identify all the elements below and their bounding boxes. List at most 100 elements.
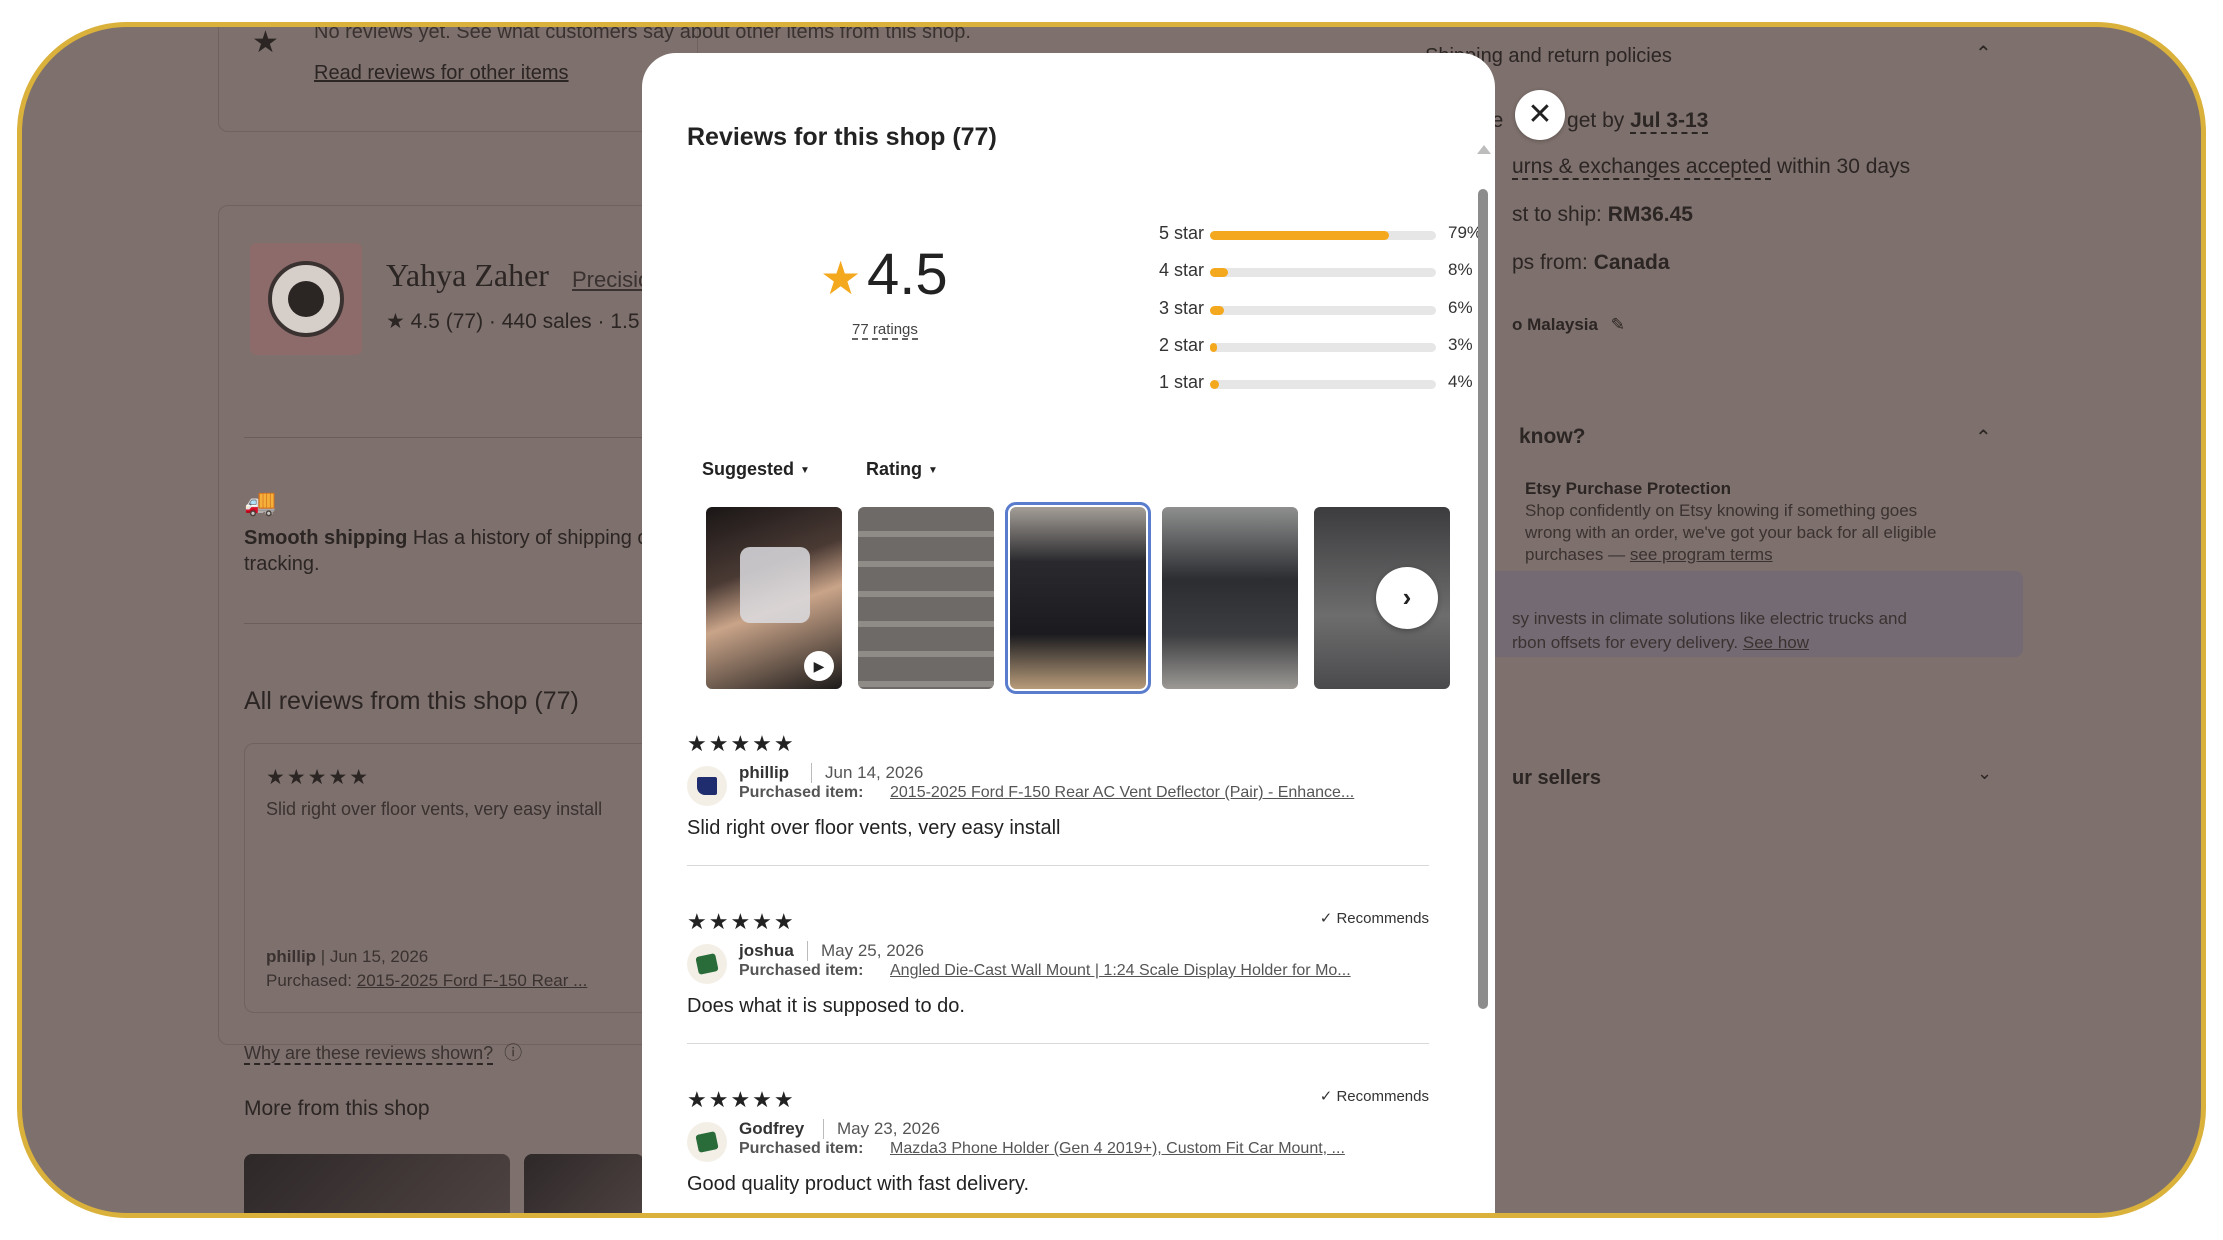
- order-date[interactable]: Jul 3-13: [1630, 109, 1709, 134]
- did-you-know-heading[interactable]: know?: [1519, 425, 1586, 449]
- purchased-item-link[interactable]: Angled Die-Cast Wall Mount | 1:24 Scale …: [890, 962, 1430, 980]
- sort-suggested-dropdown[interactable]: Suggested ▼: [702, 459, 810, 480]
- more-from-shop: More from this shop: [244, 1097, 430, 1120]
- review-photo[interactable]: [858, 507, 994, 689]
- histogram-percent: 4%: [1448, 372, 1473, 391]
- histogram-percent: 6%: [1448, 298, 1473, 317]
- histogram-fill: [1210, 380, 1220, 389]
- returns-suffix: within 30 days: [1777, 155, 1911, 178]
- why-shown[interactable]: Why are these reviews shown? ⓘ: [244, 1039, 522, 1065]
- divider: [244, 437, 684, 438]
- star-icon: ★: [252, 26, 279, 59]
- sort-rating-label: Rating: [866, 459, 922, 479]
- pencil-icon: ✎: [1610, 315, 1625, 334]
- histogram-label: 5 star: [1158, 223, 1204, 243]
- more-item-thumb[interactable]: [244, 1154, 510, 1213]
- review-stars: ★★★★★: [687, 1087, 796, 1112]
- chevron-right-icon[interactable]: ›: [1376, 567, 1438, 629]
- smooth-shipping-title: Smooth shipping: [244, 527, 408, 549]
- play-icon[interactable]: ▶: [804, 651, 834, 681]
- review-author[interactable]: phillip: [739, 763, 789, 783]
- histogram-track: [1210, 268, 1436, 277]
- close-icon[interactable]: ✕: [1515, 90, 1565, 140]
- help-icon: ⓘ: [504, 1043, 523, 1063]
- review-text: Good quality product with fast delivery.: [687, 1173, 1030, 1195]
- review-author[interactable]: Godfrey: [739, 1119, 804, 1139]
- purchased-item-label: Purchased item:: [739, 784, 864, 801]
- scroll-up-arrow-icon[interactable]: [1477, 145, 1491, 154]
- purchased-item-link[interactable]: Mazda3 Phone Holder (Gen 4 2019+), Custo…: [890, 1140, 1430, 1158]
- separator: [807, 941, 808, 961]
- shop-name[interactable]: Yahya Zaher: [386, 257, 549, 294]
- sort-rating-dropdown[interactable]: Rating ▼: [866, 459, 938, 480]
- modal-scrollbar[interactable]: [1476, 167, 1488, 1009]
- caret-down-icon: ▼: [800, 464, 810, 476]
- climate-text: rbon offsets for every delivery.: [1512, 633, 1739, 652]
- purchase-protection-l1: Shop confidently on Etsy knowing if some…: [1525, 501, 1918, 520]
- divider: [687, 1043, 1429, 1044]
- review-photo-selected[interactable]: [1005, 502, 1151, 694]
- review-item: ★★★★★ ✓ Recommends Godfrey May 23, 2026 …: [687, 1087, 1430, 1213]
- read-reviews-link[interactable]: Read reviews for other items: [314, 62, 569, 85]
- ships-value: Canada: [1593, 251, 1670, 274]
- truck-icon: 🚚: [244, 487, 277, 517]
- histogram-track: [1210, 306, 1436, 315]
- review-stars: ★★★★★: [687, 731, 796, 756]
- histogram-label: 3 star: [1158, 298, 1204, 318]
- purchased-item-label: Purchased item:: [739, 1140, 864, 1157]
- histogram-fill: [1210, 268, 1229, 277]
- see-how-link[interactable]: See how: [1743, 633, 1809, 652]
- divider: [244, 623, 684, 624]
- histogram-fill: [1210, 306, 1224, 315]
- shop-extra: 1.5: [610, 310, 640, 333]
- shop-rating-row: ★ 4.5 (77) · 440 sales · 1.5: [386, 310, 640, 333]
- ratings-count[interactable]: 77 ratings: [852, 321, 918, 340]
- scrollbar-thumb[interactable]: [1478, 189, 1488, 1009]
- histogram-track: [1210, 343, 1436, 352]
- ships-row: ps from: Canada: [1512, 251, 1670, 275]
- review-date: May 25, 2026: [821, 941, 925, 960]
- review-photo[interactable]: [1162, 507, 1298, 689]
- purchased-label: Purchased:: [266, 971, 352, 990]
- shop-rating-count: (77): [445, 310, 484, 333]
- purchased-item-link[interactable]: 2015-2025 Ford F-150 Rear ...: [357, 971, 588, 990]
- star-icon: ★: [820, 252, 862, 304]
- chevron-down-icon[interactable]: ⌄: [1977, 763, 1992, 784]
- more-item-thumb[interactable]: [524, 1154, 644, 1213]
- deliver-to-text: o Malaysia: [1512, 315, 1598, 334]
- caret-down-icon: ▼: [928, 464, 938, 476]
- avatar[interactable]: [687, 1122, 727, 1162]
- review-author[interactable]: joshua: [739, 941, 794, 961]
- deliver-to[interactable]: o Malaysia ✎: [1512, 315, 1625, 335]
- review-author: phillip: [266, 947, 317, 966]
- histogram-percent: 8%: [1448, 260, 1473, 279]
- review-purchased: Purchased: 2015-2025 Ford F-150 Rear ...: [266, 971, 587, 991]
- shop-avatar[interactable]: [250, 243, 362, 355]
- histogram-label: 1 star: [1158, 372, 1204, 392]
- avatar[interactable]: [687, 944, 727, 984]
- purchased-item-label: Purchased item:: [739, 962, 864, 979]
- histogram-label: 4 star: [1158, 260, 1204, 280]
- chevron-up-icon[interactable]: ⌃: [1975, 41, 1992, 66]
- avatar[interactable]: [687, 766, 727, 806]
- why-shown-link[interactable]: Why are these reviews shown?: [244, 1043, 494, 1065]
- program-terms-link[interactable]: see program terms: [1630, 545, 1773, 564]
- average-rating: 4.5: [867, 242, 948, 307]
- histogram-track: [1210, 231, 1436, 240]
- our-sellers-heading[interactable]: ur sellers: [1512, 767, 1601, 790]
- star-icon: ★: [386, 310, 405, 333]
- package-shape: [740, 547, 810, 623]
- purchased-item-link[interactable]: 2015-2025 Ford F-150 Rear AC Vent Deflec…: [890, 784, 1430, 802]
- screenshot-frame: ★ No reviews yet. See what customers say…: [17, 22, 2206, 1218]
- shop-link[interactable]: Precisio: [572, 267, 650, 293]
- review-text: Slid right over floor vents, very easy i…: [687, 817, 1061, 839]
- climate-l1: sy invests in climate solutions like ele…: [1512, 609, 1907, 628]
- returns-link[interactable]: urns & exchanges accepted: [1512, 155, 1772, 180]
- review-stars: ★★★★★: [687, 909, 796, 934]
- review-date: Jun 14, 2026: [825, 763, 924, 782]
- review-photo[interactable]: ▶: [706, 507, 842, 689]
- chevron-up-icon[interactable]: ⌃: [1975, 425, 1992, 450]
- histogram-fill: [1210, 231, 1389, 240]
- returns-row: urns & exchanges accepted within 30 days: [1512, 155, 1911, 180]
- review-item: ★★★★★ phillip Jun 14, 2026 Purchased ite…: [687, 731, 1429, 871]
